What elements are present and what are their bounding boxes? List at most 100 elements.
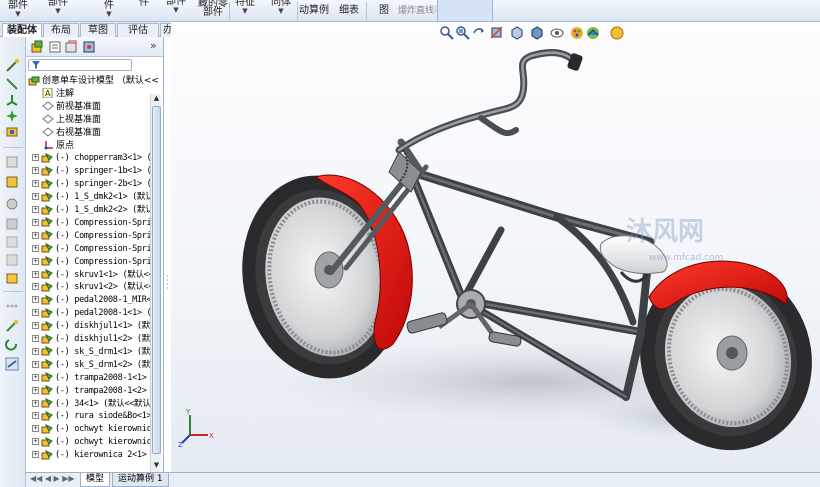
tree-component-item[interactable]: + (-) kierownica 2<1> ( <box>32 449 156 462</box>
expand-toggle-icon[interactable]: + <box>32 296 39 304</box>
ribbon-btn-5[interactable]: 藏的零 部件 <box>198 0 228 20</box>
tree-component-item[interactable]: + (-) ochwyt kierownicy< <box>32 436 161 449</box>
tab-assembly[interactable]: 装配体 <box>2 23 42 38</box>
graphics-area[interactable]: 沐风网 www.mfcad.com Y X Z <box>171 22 820 472</box>
expand-toggle-icon[interactable]: + <box>32 386 39 394</box>
display-manager-icon[interactable] <box>82 40 96 54</box>
expand-toggle-icon[interactable]: + <box>32 347 39 355</box>
reference-triad[interactable]: Y X Z <box>176 407 216 447</box>
expand-toggle-icon[interactable]: + <box>32 218 39 226</box>
expand-toggle-icon[interactable]: + <box>32 425 39 433</box>
tree-component-item[interactable]: + (-) trampa2008-1<1> ( <box>32 372 156 385</box>
rib-icon[interactable] <box>5 271 19 285</box>
axis-icon[interactable] <box>5 93 19 107</box>
line-icon[interactable] <box>5 77 19 91</box>
tree-reference-item[interactable]: 原点 <box>42 140 74 153</box>
tree-component-item[interactable]: + (-) 1_S_dmk2<2> (默认< <box>32 204 158 217</box>
tree-reference-item[interactable]: 上视基准面 <box>42 114 101 127</box>
configuration-manager-icon[interactable] <box>64 40 78 54</box>
shell-icon[interactable] <box>5 253 19 267</box>
mate-icon[interactable] <box>5 319 19 333</box>
tab-model[interactable]: 模型 <box>80 473 111 487</box>
tree-component-item[interactable]: + (-) ochwyt kierownicy< <box>32 423 161 436</box>
feature-manager-icon[interactable] <box>30 40 44 54</box>
expand-toggle-icon[interactable]: + <box>32 193 39 201</box>
tree-component-item[interactable]: + (-) skruv1<1> (默认<< <box>32 269 154 282</box>
tree-component-item[interactable]: + (-) chopperram3<1> (默 <box>32 152 160 165</box>
sketch-point-icon[interactable] <box>5 59 19 73</box>
tree-component-item[interactable]: + (-) rura siode&Bo<1> ( <box>32 410 161 423</box>
expand-toggle-icon[interactable]: + <box>32 373 39 381</box>
expand-toggle-icon[interactable]: + <box>32 335 39 342</box>
star-point-icon[interactable] <box>5 109 19 123</box>
grid-icon[interactable] <box>5 155 19 169</box>
pattern-icon[interactable] <box>5 299 19 313</box>
expand-toggle-icon[interactable]: + <box>32 270 39 278</box>
tree-reference-item[interactable]: 右视基准面 <box>42 127 101 140</box>
tree-component-item[interactable]: + (-) diskhjul1<1> (默认 <box>32 320 158 333</box>
expand-toggle-icon[interactable]: + <box>32 399 39 407</box>
ribbon-btn-1[interactable]: 部件 ▼ <box>44 0 72 19</box>
fillet-icon[interactable] <box>5 197 19 211</box>
ribbon-btn-11[interactable]: 爆炸直线草图 <box>398 0 436 22</box>
tree-component-item[interactable]: + (-) springer-1b<1> (默 <box>32 165 160 178</box>
expand-toggle-icon[interactable]: + <box>32 309 39 317</box>
tree-component-item[interactable]: + (-) Compression-Spring <box>32 243 161 256</box>
tree-component-item[interactable]: + (-) springer-2b<1> (默 <box>32 178 160 191</box>
ribbon-btn-10[interactable]: 图 <box>378 0 390 22</box>
ribbon-btn-7[interactable]: 同体 ▼ <box>268 0 294 19</box>
expand-toggle-icon[interactable]: + <box>32 206 39 213</box>
move-component-icon[interactable] <box>5 337 19 351</box>
extrude-icon[interactable] <box>5 175 19 189</box>
ribbon-btn-4[interactable]: 部件 ▼ <box>163 0 189 18</box>
tree-reference-item[interactable]: A 注解 <box>42 88 74 101</box>
tree-filter-input[interactable] <box>28 59 132 71</box>
hole-icon[interactable] <box>5 235 19 249</box>
expand-toggle-icon[interactable]: + <box>32 322 39 330</box>
chamfer-icon[interactable] <box>5 217 19 231</box>
tree-component-item[interactable]: + (-) 1_S_dmk2<1> (默认< <box>32 191 158 204</box>
expand-toggle-icon[interactable]: + <box>32 283 39 291</box>
scroll-down-arrow[interactable]: ▼ <box>152 461 161 470</box>
tree-component-item[interactable]: + (-) pedal2008-1_MIR<1> <box>32 294 161 307</box>
tab-motion-study[interactable]: 运动算例 1 <box>112 473 169 487</box>
expand-toggle-icon[interactable]: + <box>32 180 39 188</box>
expand-toggle-icon[interactable]: + <box>32 231 39 239</box>
tree-component-item[interactable]: + (-) Compression-Spring <box>32 230 161 243</box>
ribbon-btn-6[interactable]: 特征 ▼ <box>232 0 258 19</box>
expand-panel-icon[interactable]: » <box>150 39 157 52</box>
tree-scrollbar[interactable]: ▲ ▼ <box>150 94 161 472</box>
tree-component-item[interactable]: + (-) skruv1<2> (默认<< <box>32 281 154 294</box>
ribbon-btn-2[interactable]: 件 ▼ <box>96 0 122 22</box>
tab-layout[interactable]: 布局 <box>43 23 79 37</box>
tree-component-item[interactable]: + (-) Compression-Spring <box>32 256 161 269</box>
panel-splitter[interactable]: · · · · <box>164 37 171 472</box>
tree-component-item[interactable]: + (-) pedal2008-1<1> (默 <box>32 307 160 320</box>
tab-evaluate[interactable]: 评估 <box>117 23 159 37</box>
property-manager-icon[interactable] <box>48 40 62 54</box>
tab-sketch[interactable]: 草图 <box>80 23 116 37</box>
expand-toggle-icon[interactable]: + <box>32 154 39 162</box>
ribbon-btn-0[interactable]: 部件 ▼ <box>4 0 32 22</box>
expand-toggle-icon[interactable]: + <box>32 451 39 459</box>
tree-component-item[interactable]: + (-) trampa2008-1<2> ( <box>32 385 156 398</box>
tab-nav-arrows[interactable]: ◀◀ ◀ ▶ ▶▶ <box>30 474 75 483</box>
expand-toggle-icon[interactable]: + <box>32 412 39 420</box>
block-icon[interactable] <box>5 125 19 139</box>
tree-root-assembly[interactable]: 创意单车设计模型 （默认<< <box>28 75 159 88</box>
scroll-up-arrow[interactable]: ▲ <box>152 94 161 103</box>
ribbon-btn-3[interactable]: 件 <box>134 0 154 19</box>
expand-toggle-icon[interactable]: + <box>32 360 39 368</box>
tree-component-item[interactable]: + (-) sk_S_drm1<2> (默认 <box>32 359 158 372</box>
ribbon-btn-9[interactable]: 细表 <box>338 0 360 22</box>
ribbon-btn-8[interactable]: 动算例 <box>299 0 329 22</box>
expand-toggle-icon[interactable]: + <box>32 257 39 265</box>
tree-component-item[interactable]: + (-) diskhjul1<2> (默认 <box>32 333 158 346</box>
tree-reference-item[interactable]: 前视基准面 <box>42 101 101 114</box>
tree-component-item[interactable]: + (-) sk_S_drm1<1> (默认 <box>32 346 158 359</box>
expand-toggle-icon[interactable]: + <box>32 244 39 252</box>
tree-component-item[interactable]: + (-) 34<1> (默认<<默认 <box>32 398 151 411</box>
scroll-thumb[interactable] <box>152 106 161 454</box>
bicycle-3d-model[interactable]: 沐风网 www.mfcad.com <box>171 22 820 472</box>
smart-fastener-icon[interactable] <box>5 357 19 371</box>
